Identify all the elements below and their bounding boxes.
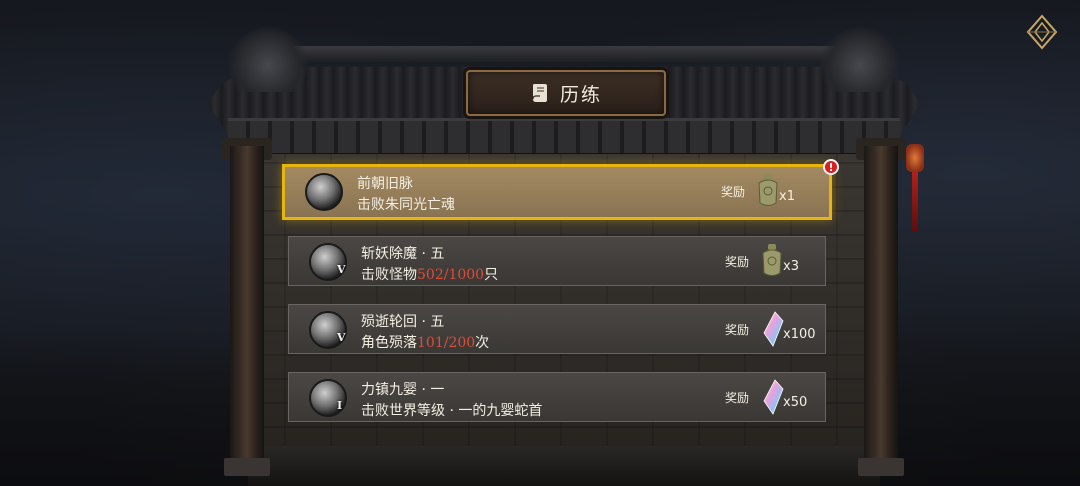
tier-badge: I [337,399,343,412]
quest-name: 力镇九婴 · 一 [361,382,445,398]
roof-dragon-ornament-left [228,26,308,92]
wooden-pillar-right [864,146,898,474]
reward-count: x100 [783,327,816,342]
reward-label: 奖励 [725,323,750,337]
quest-description: 击败世界等级 · 一的九婴蛇首 [361,403,543,419]
carved-eave [228,118,900,156]
tier-badge: V [337,331,346,344]
reward-label: 奖励 [725,391,750,405]
pillar-base-right [858,458,904,476]
tier-badge: V [337,263,346,276]
alert-badge: ! [823,159,839,175]
quest-card-3[interactable]: V 殒逝轮回 · 五 角色殒落101/200次 奖励 x100 [288,304,826,354]
wooden-pillar-left [230,146,264,474]
reward-count: x1 [779,189,795,204]
roof-ridge [248,46,880,62]
page-title: 历练 [559,83,602,106]
scroll-icon [532,84,547,102]
jade-token-icon [758,174,778,206]
stone-steps [248,446,880,486]
lantern-tassel [912,172,918,232]
reward-count: x50 [783,395,808,410]
quest-description: 角色殒落101/200次 [361,335,490,351]
red-lantern [906,144,924,172]
quest-card-4[interactable]: I 力镇九婴 · 一 击败世界等级 · 一的九婴蛇首 奖励 x50 [288,372,826,422]
quest-progress: 101/200 [417,335,476,351]
quest-avatar-ghost [305,173,343,211]
quest-progress: 502/1000 [417,267,485,283]
reward-label: 奖励 [725,255,750,269]
quest-card-1[interactable]: 前朝旧脉 击败朱同光亡魂 奖励 x1 ! [282,159,839,220]
pillar-base-left [224,458,270,476]
quest-description: 击败怪物502/1000只 [361,267,499,283]
reward-count: x3 [783,259,799,274]
compass-menu-icon [1026,14,1058,50]
quest-name: 前朝旧脉 [357,176,413,192]
reward-label: 奖励 [721,185,746,199]
roof-dragon-ornament-right [820,26,900,92]
title-plaque: 历练 [466,70,666,116]
compass-menu-button[interactable] [1022,12,1062,52]
crystal-shard-icon [763,311,784,347]
crystal-shard-icon [763,379,784,415]
jade-token-icon [762,244,782,276]
quest-card-2[interactable]: V 斩妖除魔 · 五 击败怪物502/1000只 奖励 x3 [288,236,826,286]
quest-description: 击败朱同光亡魂 [357,197,455,213]
quest-name: 斩妖除魔 · 五 [361,246,445,262]
quest-name: 殒逝轮回 · 五 [361,314,445,330]
